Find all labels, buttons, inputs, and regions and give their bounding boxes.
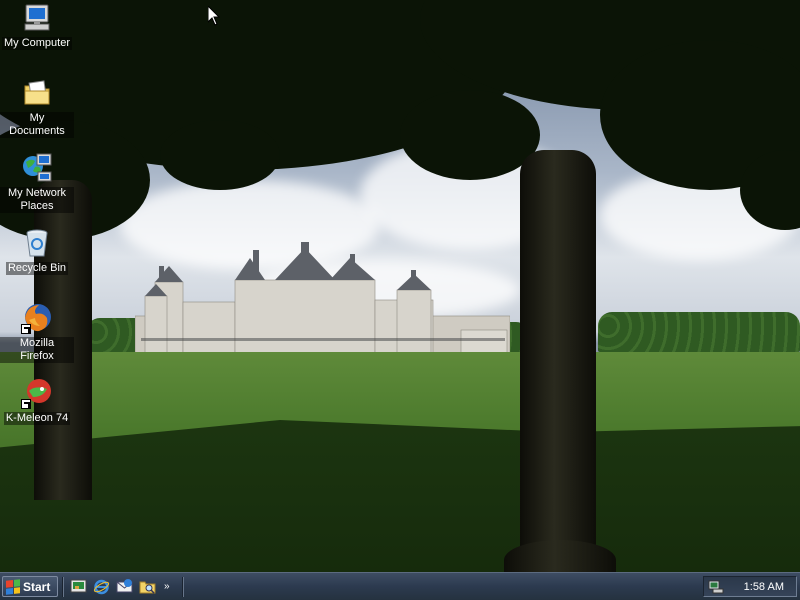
desktop-icon-label: My Computer xyxy=(1,37,73,50)
tree-trunk-base xyxy=(504,540,616,572)
tree-canopy xyxy=(400,90,540,180)
shortcut-arrow-icon xyxy=(21,324,31,334)
recycle-bin-icon xyxy=(21,227,53,259)
taskbar-clock[interactable]: 1:58 AM xyxy=(744,581,784,593)
desktop-icon-label: Recycle Bin xyxy=(5,262,69,275)
folder-icon xyxy=(21,77,53,109)
desktop-wallpaper xyxy=(0,0,800,572)
mouse-cursor-icon xyxy=(208,6,220,26)
network-icon xyxy=(21,152,53,184)
desktop-icon-label: My Documents xyxy=(0,112,74,138)
desktop-icon-mozilla-firefox[interactable]: Mozilla Firefox xyxy=(0,302,74,363)
show-desktop-icon[interactable] xyxy=(70,578,87,595)
desktop-icon-recycle-bin[interactable]: Recycle Bin xyxy=(0,227,74,275)
internet-explorer-icon[interactable] xyxy=(93,578,110,595)
system-tray: 1:58 AM xyxy=(703,576,797,597)
desktop-icon-label: K-Meleon 74 xyxy=(3,412,71,425)
start-button[interactable]: Start xyxy=(2,576,58,597)
windows-flag-icon xyxy=(6,578,20,595)
taskbar-separator xyxy=(62,577,64,597)
tree-canopy xyxy=(160,120,280,190)
outlook-express-icon[interactable] xyxy=(116,578,133,595)
shortcut-arrow-icon xyxy=(21,399,31,409)
taskbar-separator xyxy=(182,577,184,597)
desktop-icon-my-computer[interactable]: My Computer xyxy=(0,2,74,50)
taskbar: Start » 1:58 AM xyxy=(0,572,800,600)
network-tray-icon[interactable] xyxy=(708,580,724,594)
treeline xyxy=(598,312,800,352)
start-label: Start xyxy=(23,579,51,594)
desktop-icon-label: My Network Places xyxy=(0,187,74,213)
desktop-icon-label: Mozilla Firefox xyxy=(0,337,74,363)
desktop-icon-my-network-places[interactable]: My Network Places xyxy=(0,152,74,213)
quick-launch-bar: » xyxy=(70,578,170,595)
desktop-icon-my-documents[interactable]: My Documents xyxy=(0,77,74,138)
tree-trunk xyxy=(520,150,596,570)
firefox-icon xyxy=(21,302,53,334)
desktop-icon-k-meleon[interactable]: K-Meleon 74 xyxy=(0,377,74,425)
k-meleon-icon xyxy=(21,377,53,409)
folder-search-icon[interactable] xyxy=(139,578,156,595)
tree-shadow xyxy=(0,420,800,572)
quick-launch-more-chevron[interactable]: » xyxy=(164,581,170,592)
computer-icon xyxy=(21,2,53,34)
chateau-image xyxy=(135,242,510,356)
